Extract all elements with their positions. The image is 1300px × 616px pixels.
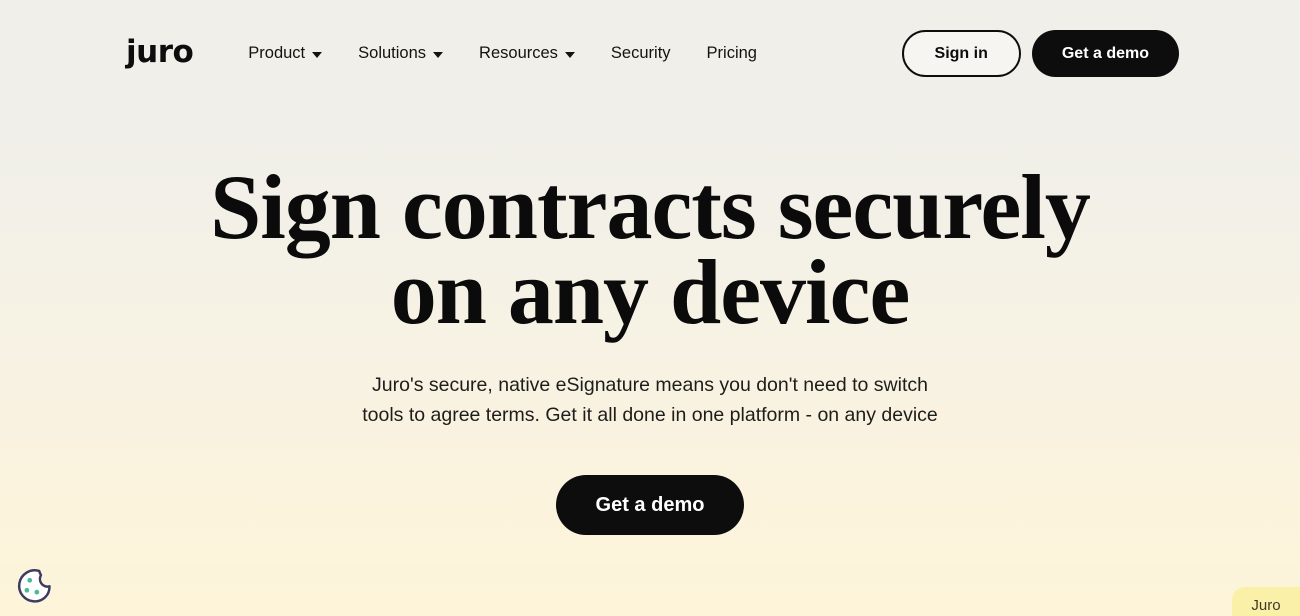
chevron-down-icon xyxy=(564,51,575,58)
hero-section: Sign contracts securely on any device Ju… xyxy=(0,107,1300,535)
get-a-demo-hero-button[interactable]: Get a demo xyxy=(555,474,745,535)
chat-widget-label: Juro xyxy=(1251,597,1281,614)
nav-item-solutions-label: Solutions xyxy=(358,44,427,62)
chevron-down-icon xyxy=(312,51,323,58)
sign-in-button[interactable]: Sign in xyxy=(901,29,1021,78)
get-a-demo-header-button[interactable]: Get a demo xyxy=(1031,29,1179,78)
cookie-icon xyxy=(17,568,51,603)
nav-item-resources-label: Resources xyxy=(479,44,558,62)
page-title-line-2: on any device xyxy=(390,240,911,343)
chevron-down-icon xyxy=(433,51,444,58)
page-title: Sign contracts securely on any device xyxy=(170,161,1130,338)
header-actions: Sign in Get a demo xyxy=(901,29,1179,78)
nav-item-security[interactable]: Security xyxy=(593,36,689,71)
nav-item-pricing[interactable]: Pricing xyxy=(689,36,775,71)
nav-item-product-label: Product xyxy=(248,44,306,62)
main-navigation: Product Solutions Resources Security Pri… xyxy=(248,36,775,71)
juro-logo[interactable]: juro xyxy=(126,37,194,68)
nav-item-solutions[interactable]: Solutions xyxy=(340,36,461,71)
nav-item-resources[interactable]: Resources xyxy=(461,36,593,71)
nav-item-product[interactable]: Product xyxy=(248,36,340,71)
cookie-settings-button[interactable] xyxy=(11,563,56,608)
nav-item-security-label: Security xyxy=(610,44,671,62)
nav-item-pricing-label: Pricing xyxy=(706,44,757,62)
chat-widget[interactable]: Juro xyxy=(1232,587,1300,616)
hero-cta-wrapper: Get a demo xyxy=(0,474,1300,535)
site-header: juro Product Solutions Resources Securit… xyxy=(0,0,1300,107)
hero-subtitle: Juro's secure, native eSignature means y… xyxy=(362,374,938,426)
